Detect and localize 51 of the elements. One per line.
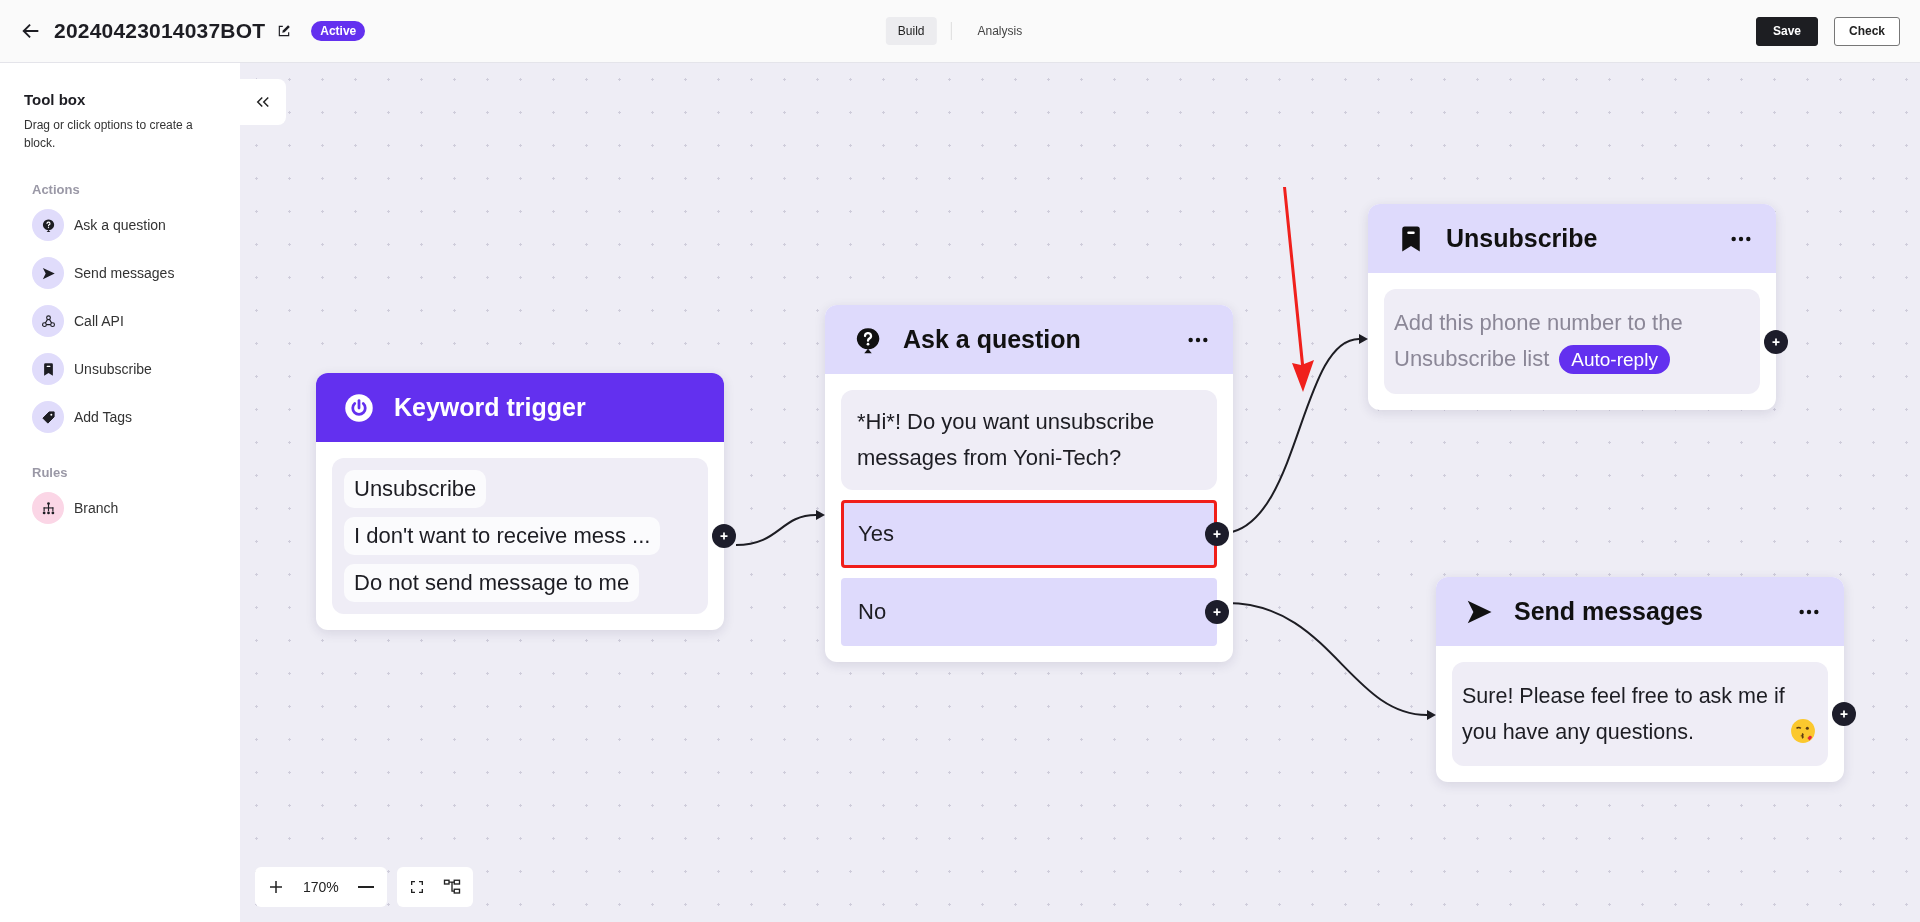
toolbox-item[interactable]: Send messages xyxy=(74,265,175,281)
toolbox-hint: Drag or click options to create a block. xyxy=(24,117,194,152)
emoji-icon xyxy=(1790,718,1816,744)
keyword-chip: I don't want to receive mess ... xyxy=(344,517,661,555)
section-heading: Rules xyxy=(32,465,69,480)
action-description: Add this phone number to the Unsubscribe list Auto-reply xyxy=(1394,301,1750,382)
toolbox-title: Tool box xyxy=(24,91,87,108)
toolbox-item[interactable]: Unsubscribe xyxy=(74,361,152,377)
toolbox-item[interactable]: Branch xyxy=(74,500,119,516)
block-title: Unsubscribe xyxy=(1446,224,1599,253)
fit-view-button[interactable] xyxy=(408,879,425,895)
minus-icon xyxy=(356,886,375,888)
question-text: *Hi*! Do you want unsubscribe messages from Yoni-Tech? xyxy=(841,390,1217,490)
webhook-icon xyxy=(40,313,56,329)
add-connection-button[interactable] xyxy=(1764,329,1788,354)
status-badge: Active xyxy=(311,21,366,41)
flow-block-card[interactable]: Ask a question *Hi*! Do you want unsubscribe messages from Yoni-Tech? Yes No xyxy=(825,305,1233,662)
auto-reply-tag: Auto-reply xyxy=(1559,345,1670,374)
zoom-level: 170% xyxy=(303,879,339,895)
toolbox-item[interactable]: Call API xyxy=(74,313,124,329)
keyword-chip: Unsubscribe xyxy=(344,470,487,508)
tag-icon xyxy=(40,409,56,425)
answer-option[interactable]: No xyxy=(841,578,1217,646)
block-title: Ask a question xyxy=(903,325,1082,354)
check-button[interactable]: Check xyxy=(1833,16,1900,46)
question-bubble-icon xyxy=(40,217,56,233)
toolbox-item[interactable]: Ask a question xyxy=(74,217,166,233)
add-connection-button[interactable] xyxy=(1205,522,1229,546)
auto-layout-button[interactable] xyxy=(442,878,461,896)
section-heading: Actions xyxy=(32,182,81,197)
toolbox-item[interactable]: Add Tags xyxy=(74,409,133,425)
power-icon xyxy=(344,392,374,423)
fullscreen-icon xyxy=(408,879,425,895)
answer-option[interactable]: Yes xyxy=(841,500,1217,568)
block-title: Send messages xyxy=(1514,597,1704,626)
block-title: Keyword trigger xyxy=(394,393,587,422)
keyword-chip: Do not send message to me xyxy=(344,564,640,602)
tab[interactable]: Analysis xyxy=(965,17,1035,45)
send-icon xyxy=(40,265,56,281)
add-connection-button[interactable] xyxy=(1205,600,1229,624)
zoom-in-button[interactable] xyxy=(267,878,285,896)
edit-icon[interactable] xyxy=(277,24,292,38)
save-button[interactable]: Save xyxy=(1755,16,1818,46)
message-text: Sure! Please feel free to ask me if you have any questions. xyxy=(1462,683,1786,746)
add-connection-button[interactable] xyxy=(1832,702,1856,726)
hierarchy-icon xyxy=(40,500,56,516)
layout-tree-icon xyxy=(442,878,461,896)
bot-title: 20240423014037BOT xyxy=(54,19,266,43)
add-connection-button[interactable] xyxy=(712,524,736,548)
tab[interactable]: Build xyxy=(885,17,937,45)
plus-icon xyxy=(267,878,285,896)
